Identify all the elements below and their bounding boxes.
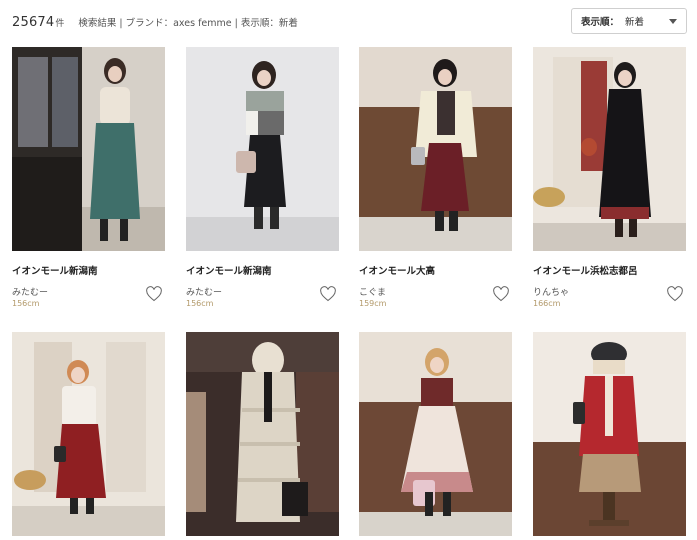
store-name: イオンモール浜松志都呂	[533, 266, 638, 277]
favorite-heart-icon[interactable]	[492, 286, 510, 302]
favorite-heart-icon[interactable]	[666, 286, 684, 302]
store-name: イオンモール大高	[359, 266, 436, 277]
coordinate-photo[interactable]	[186, 332, 339, 536]
staff-meta: みたむー 156cm	[12, 285, 165, 311]
staff-meta: こぐま 159cm	[359, 285, 512, 311]
coordinate-photo[interactable]	[533, 332, 686, 536]
result-count: 25674	[12, 14, 55, 30]
coordinate-photo[interactable]	[359, 47, 512, 251]
staff-name[interactable]: みたむー	[12, 285, 165, 298]
coordinate-photo[interactable]	[12, 47, 165, 251]
sort-value: 新着	[625, 17, 645, 28]
staff-height: 166cm	[533, 299, 561, 308]
staff-height: 156cm	[186, 299, 214, 308]
result-count-unit: 件	[55, 18, 65, 29]
coordinate-card[interactable]	[359, 332, 512, 536]
coordinate-card[interactable]: イオンモール大高 こぐま 159cm	[359, 47, 512, 311]
sort-label: 表示順：	[581, 17, 620, 28]
coordinate-card[interactable]	[12, 332, 165, 536]
coordinate-card[interactable]: イオンモール新潟南 みたむー 156cm	[12, 47, 165, 311]
favorite-heart-icon[interactable]	[319, 286, 337, 302]
chevron-down-icon	[669, 18, 677, 24]
coordinate-photo[interactable]	[359, 332, 512, 536]
coordinate-photo[interactable]	[186, 47, 339, 251]
staff-height: 156cm	[12, 299, 40, 308]
staff-height: 159cm	[359, 299, 387, 308]
staff-meta: りんちゃ 166cm	[533, 285, 686, 311]
staff-name[interactable]: みたむー	[186, 285, 339, 298]
staff-name[interactable]: こぐま	[359, 285, 512, 298]
results-header: 25674 件 検索結果 | ブランド：axes femme | 表示順：新着 …	[12, 8, 687, 34]
coordinate-card[interactable]: イオンモール浜松志都呂 りんちゃ 166cm	[533, 47, 686, 311]
staff-meta: みたむー 156cm	[186, 285, 339, 311]
favorite-heart-icon[interactable]	[145, 286, 163, 302]
staff-name[interactable]: りんちゃ	[533, 285, 686, 298]
coordinate-photo[interactable]	[12, 332, 165, 536]
coordinate-card[interactable]: イオンモール新潟南 みたむー 156cm	[186, 47, 339, 311]
coordinate-photo[interactable]	[533, 47, 686, 251]
search-summary: 検索結果 | ブランド：axes femme | 表示順：新着	[78, 18, 298, 29]
store-name: イオンモール新潟南	[12, 266, 98, 277]
coordinate-card[interactable]	[186, 332, 339, 536]
coordinate-card[interactable]	[533, 332, 686, 536]
sort-order-select[interactable]: 表示順： 新着	[571, 8, 687, 34]
store-name: イオンモール新潟南	[186, 266, 272, 277]
